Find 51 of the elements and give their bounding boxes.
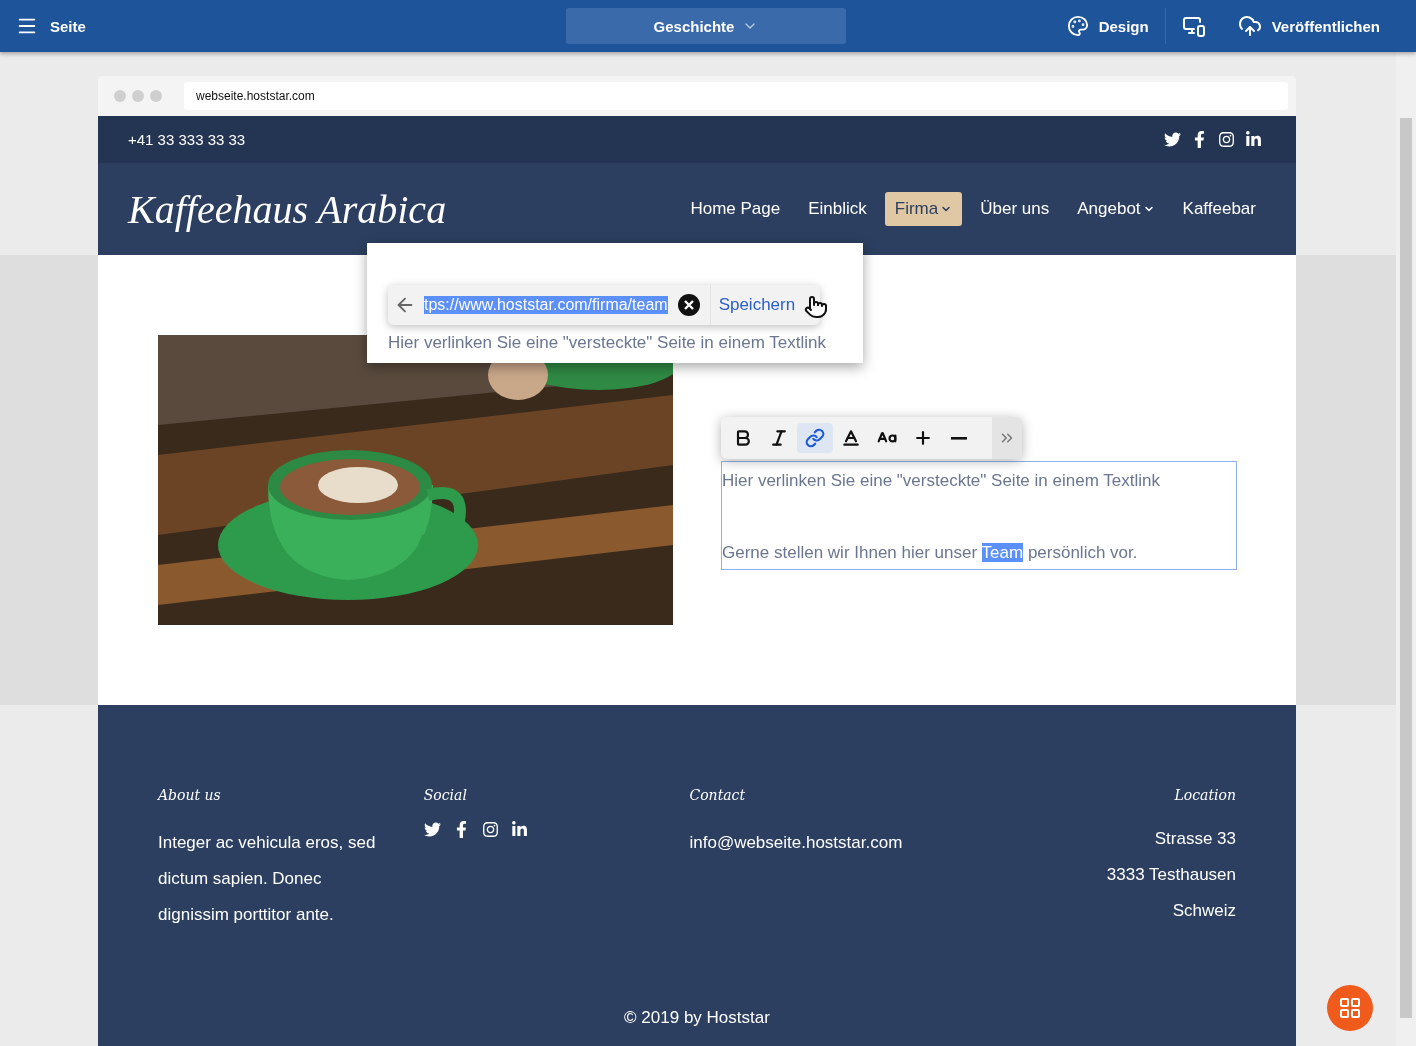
copyright: © 2019 by Hoststar bbox=[624, 1008, 770, 1028]
footer-heading: Contact bbox=[689, 787, 747, 803]
link-icon bbox=[805, 428, 825, 448]
hand-cursor-icon bbox=[804, 295, 828, 319]
publish-button[interactable]: Veröffentlichen bbox=[1221, 8, 1396, 44]
widgets-button[interactable] bbox=[1327, 985, 1373, 1031]
devices-icon bbox=[1181, 14, 1206, 38]
footer-text: Integer ac vehicula eros, sed dictum sapien. Donec dignissim porttitor ante. bbox=[158, 832, 377, 926]
phone-number: +41 33 333 33 33 bbox=[128, 131, 246, 148]
italic-icon bbox=[769, 428, 789, 448]
nav-link[interactable]: Kaffeebar bbox=[1172, 192, 1266, 226]
scrollbar[interactable] bbox=[1396, 52, 1416, 1046]
link-button[interactable] bbox=[797, 423, 833, 453]
address-line: Schweiz bbox=[1171, 900, 1236, 922]
window-dot bbox=[132, 90, 144, 102]
nav-link[interactable]: Einblick bbox=[798, 192, 877, 226]
address-field[interactable]: webseite.hoststar.com bbox=[184, 82, 1288, 110]
paragraph: Hier verlinken Sie eine "versteckte" Seite in einem Textlink bbox=[722, 470, 1160, 492]
address-line: Strasse 33 bbox=[1153, 828, 1236, 850]
linkedin-icon[interactable] bbox=[1245, 131, 1262, 148]
clear-icon[interactable] bbox=[677, 294, 700, 316]
plus-icon bbox=[913, 428, 933, 448]
window-dot bbox=[150, 90, 162, 102]
link-caption: Hier verlinken Sie eine "versteckte" Seite in einem Textlink bbox=[388, 333, 827, 353]
footer-heading: Social bbox=[423, 787, 468, 803]
site-logo[interactable]: Kaffeehaus Arabica bbox=[128, 185, 447, 233]
page-selector[interactable]: Geschichte bbox=[566, 8, 846, 44]
cloud-upload-icon bbox=[1237, 14, 1262, 38]
twitter-icon[interactable] bbox=[1164, 131, 1181, 148]
design-button[interactable]: Design bbox=[1050, 8, 1165, 44]
text-color-icon bbox=[841, 428, 861, 448]
grid-icon bbox=[1338, 996, 1362, 1020]
linkedin-icon[interactable] bbox=[510, 821, 528, 838]
text-editor-box[interactable]: Hier verlinken Sie eine "versteckte" Seite in einem Textlink Gerne stellen wir Ihnen hier unser Team persönlich vor. bbox=[721, 461, 1237, 570]
page-menu-label[interactable]: Seite bbox=[50, 17, 86, 35]
address-line: 3333 Testhausen bbox=[1105, 864, 1236, 886]
save-button[interactable]: Speichern bbox=[709, 285, 804, 325]
instagram-icon[interactable] bbox=[1218, 131, 1235, 148]
nav-link[interactable]: Home Page bbox=[680, 192, 791, 226]
instagram-icon[interactable] bbox=[481, 821, 499, 838]
nav-link[interactable]: Angebot bbox=[1067, 192, 1165, 226]
palette-icon bbox=[1066, 15, 1089, 37]
nav-link[interactable]: Firma bbox=[884, 192, 963, 226]
twitter-icon[interactable] bbox=[423, 821, 441, 838]
window-dot bbox=[114, 90, 126, 102]
footer-text[interactable]: info@webseite.hoststar.com bbox=[689, 825, 920, 861]
footer-heading: About us bbox=[158, 787, 222, 803]
paragraph: Gerne stellen wir Ihnen hier unser Team persönlich vor. bbox=[722, 542, 1138, 564]
footer-heading: Location bbox=[1173, 787, 1236, 803]
minus-icon bbox=[951, 436, 967, 440]
nav-link[interactable]: Über uns bbox=[970, 192, 1060, 226]
